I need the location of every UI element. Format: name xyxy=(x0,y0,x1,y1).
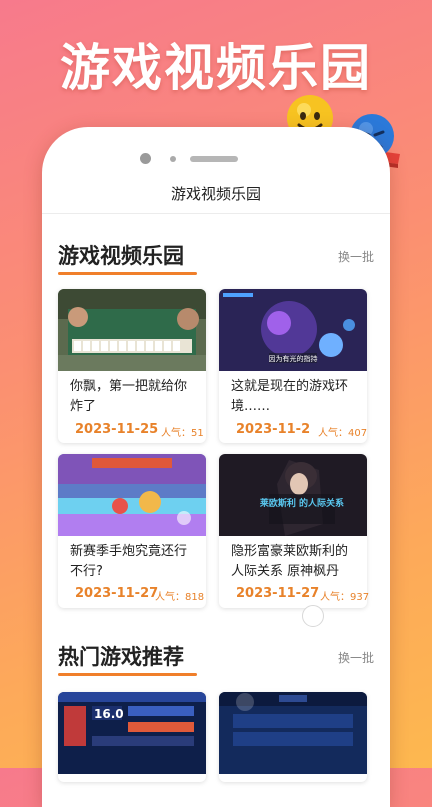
video-date: 2023-11-27 xyxy=(75,586,159,601)
video-title[interactable]: 隐形富豪莱欧斯利的人际关系 原神枫丹 xyxy=(231,542,359,582)
video-card[interactable]: 莱欧斯利 的人际关系 隐形富豪莱欧斯利的人际关系 原神枫丹 xyxy=(219,454,367,608)
thumb-caption: 16.0 xyxy=(94,707,124,721)
video-thumbnail[interactable]: 莱欧斯利 的人际关系 xyxy=(219,454,367,536)
sensor-dot xyxy=(170,156,176,162)
video-thumbnail[interactable]: 因为有光的指持 xyxy=(219,289,367,371)
game-thumbnail[interactable] xyxy=(219,692,367,774)
camera-icon xyxy=(140,153,151,164)
game-card[interactable] xyxy=(219,692,367,782)
video-title[interactable]: 你飘，第一把就给你炸了 xyxy=(70,377,198,417)
video-popularity: 人气：407 xyxy=(318,428,368,439)
phone-top-bar xyxy=(42,153,390,165)
refresh-button[interactable]: 换一批 xyxy=(338,248,374,265)
video-popularity: 人气：937 xyxy=(320,592,370,603)
refresh-button[interactable]: 换一批 xyxy=(338,649,374,666)
section-header-hot-games: 热门游戏推荐 换一批 xyxy=(58,641,374,681)
video-card[interactable]: 新赛季手炮究竟还行不行? xyxy=(58,454,206,608)
video-title[interactable]: 新赛季手炮究竟还行不行? xyxy=(70,542,198,582)
promo-title: 游戏视频乐园 xyxy=(60,39,372,97)
video-popularity: 人气：818 xyxy=(155,592,205,603)
video-date: 2023-11-2 xyxy=(236,422,311,437)
floating-button[interactable] xyxy=(302,605,324,627)
video-title[interactable]: 这就是现在的游戏环境…… xyxy=(231,377,359,417)
thumb-caption: 莱欧斯利 的人际关系 xyxy=(260,497,344,509)
video-thumbnail[interactable] xyxy=(58,289,206,371)
section-underline xyxy=(58,673,197,676)
section-title: 游戏视频乐园 xyxy=(58,244,184,268)
section-header-videos: 游戏视频乐园 换一批 xyxy=(58,240,374,280)
video-popularity: 人气：51 xyxy=(161,428,204,439)
video-date: 2023-11-27 xyxy=(236,586,320,601)
game-card[interactable]: 16.0 xyxy=(58,692,206,782)
video-thumbnail[interactable] xyxy=(58,454,206,536)
video-card[interactable]: 你飘，第一把就给你炸了 xyxy=(58,289,206,443)
speaker-grille xyxy=(190,156,238,162)
page-title: 游戏视频乐园 xyxy=(170,185,261,203)
nav-divider xyxy=(42,213,390,214)
section-underline xyxy=(58,272,197,275)
thumb-caption: 因为有光的指持 xyxy=(269,354,318,363)
section-title: 热门游戏推荐 xyxy=(58,645,184,669)
phone-frame: 游戏视频乐园 游戏视频乐园 换一批 你飘，第一把就给你炸了 2023-11-25… xyxy=(42,127,390,807)
game-thumbnail[interactable]: 16.0 xyxy=(58,692,206,774)
video-card[interactable]: 因为有光的指持 这就是现在的游戏环境…… xyxy=(219,289,367,443)
video-date: 2023-11-25 xyxy=(75,422,159,437)
